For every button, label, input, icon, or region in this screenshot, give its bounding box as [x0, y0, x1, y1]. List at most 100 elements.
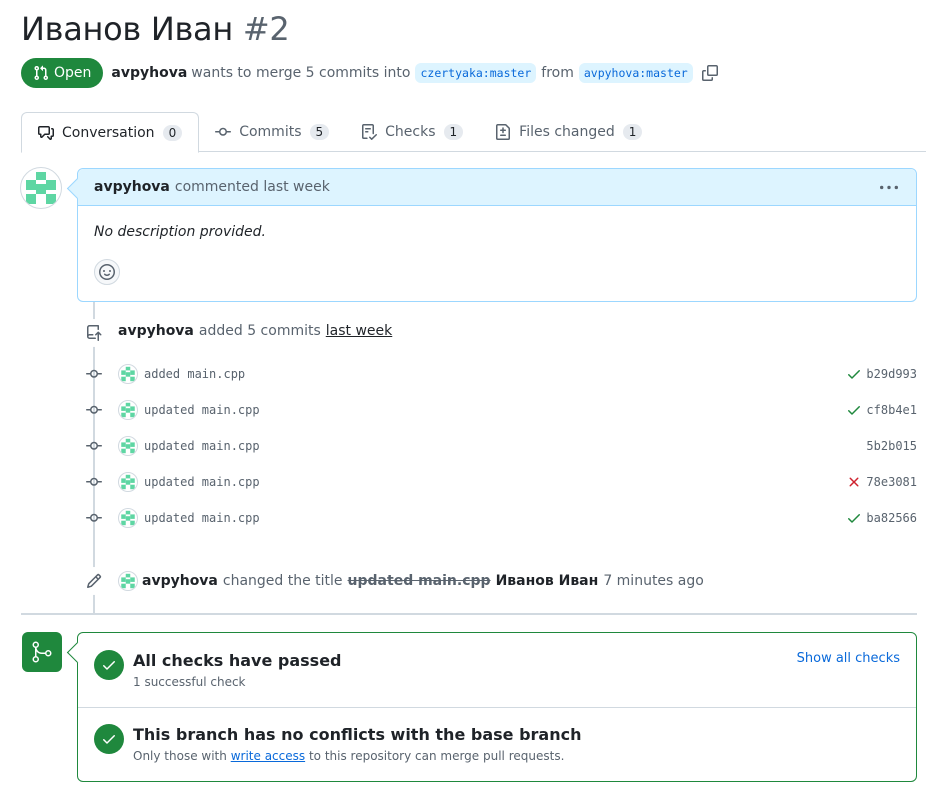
- pr-title: Иванов Иван: [21, 10, 233, 48]
- repo-push-icon: [87, 325, 102, 341]
- tab-commits[interactable]: Commits 5: [199, 112, 345, 152]
- add-reaction-button[interactable]: [94, 259, 120, 285]
- commit-row: updated main.cpp cf8b4e1: [84, 399, 917, 421]
- commit-row: updated main.cpp ba82566: [84, 507, 917, 529]
- commit-message-link[interactable]: updated main.cpp: [144, 403, 260, 417]
- commit-sha-link[interactable]: cf8b4e1: [866, 403, 917, 417]
- tab-conversation[interactable]: Conversation 0: [21, 112, 200, 153]
- kebab-horizontal-icon: [880, 185, 898, 190]
- event-author[interactable]: avpyhova: [118, 323, 194, 339]
- merge-status-badge: [22, 632, 62, 672]
- conflicts-sub-pre: Only those with: [133, 749, 227, 763]
- file-diff-icon: [496, 124, 511, 140]
- checks-section: All checks have passed 1 successful chec…: [78, 633, 916, 707]
- avatar[interactable]: [118, 400, 138, 420]
- from-text: from: [541, 65, 574, 81]
- pull-request-icon: [34, 65, 49, 81]
- comment-action: commented last week: [174, 179, 330, 195]
- commit-sha-link[interactable]: ba82566: [866, 511, 917, 525]
- check-circle-icon: [94, 650, 124, 680]
- git-commit-icon: [215, 127, 232, 136]
- tab-files-changed[interactable]: Files changed 1: [479, 112, 658, 152]
- git-commit-icon: [84, 438, 104, 454]
- tab-label: Conversation: [62, 124, 155, 141]
- tab-counter: 1: [622, 124, 643, 140]
- comment-header: avpyhova commented last week: [78, 169, 916, 206]
- comment-options-button[interactable]: [880, 179, 898, 201]
- tab-counter: 0: [162, 124, 183, 141]
- commits-added-event: avpyhova added 5 commits last week: [118, 323, 392, 339]
- check-icon[interactable]: [846, 510, 862, 526]
- event-time[interactable]: 7 minutes ago: [603, 573, 704, 589]
- tab-label: Files changed: [519, 124, 615, 140]
- commit-message-link[interactable]: added main.cpp: [144, 367, 245, 381]
- check-icon[interactable]: [846, 366, 862, 382]
- copy-branch-button[interactable]: [701, 65, 718, 81]
- event-action: added 5 commits: [198, 323, 321, 339]
- commit-sha-link[interactable]: 5b2b015: [866, 439, 917, 453]
- base-branch[interactable]: czertyaka:master: [415, 63, 537, 83]
- commit-sha-link[interactable]: b29d993: [866, 367, 917, 381]
- timeline-divider: [21, 613, 917, 615]
- timeline-badge: [80, 567, 108, 595]
- pr-description-comment: avpyhova commented last week No descript…: [77, 168, 917, 302]
- pr-number: #2: [242, 10, 290, 48]
- page-title: Иванов Иван #2: [21, 10, 290, 48]
- git-commit-icon: [84, 402, 104, 418]
- x-icon[interactable]: [846, 474, 862, 490]
- commit-message-link[interactable]: updated main.cpp: [144, 511, 260, 525]
- event-author[interactable]: avpyhova: [142, 573, 218, 589]
- state-label: Open: [54, 65, 92, 81]
- commit-row: added main.cpp b29d993: [84, 363, 917, 385]
- new-title: Иванов Иван: [495, 573, 599, 589]
- avatar[interactable]: [118, 508, 138, 528]
- tab-counter: 5: [309, 124, 330, 140]
- write-access-link[interactable]: write access: [231, 749, 305, 763]
- avatar[interactable]: [118, 364, 138, 384]
- conflicts-sub-post: to this repository can merge pull reques…: [308, 749, 565, 763]
- tab-checks[interactable]: Checks 1: [345, 112, 479, 152]
- git-commit-icon: [84, 510, 104, 526]
- identicon-icon: [26, 172, 56, 204]
- smiley-icon: [99, 264, 115, 280]
- timeline-badge: [80, 319, 108, 347]
- pr-author-link[interactable]: avpyhova: [111, 65, 187, 81]
- show-all-checks-link[interactable]: Show all checks: [797, 651, 900, 666]
- git-commit-icon: [84, 366, 104, 382]
- commit-message-link[interactable]: updated main.cpp: [144, 439, 260, 453]
- avatar[interactable]: [118, 472, 138, 492]
- check-circle-icon: [94, 724, 124, 754]
- commit-message-link[interactable]: updated main.cpp: [144, 475, 260, 489]
- check-icon[interactable]: [846, 402, 862, 418]
- tab-counter: 1: [443, 124, 464, 140]
- comment-author[interactable]: avpyhova: [94, 179, 170, 195]
- git-commit-icon: [84, 474, 104, 490]
- pr-tabs: Conversation 0 Commits 5 Checks 1 Files …: [21, 112, 926, 153]
- commit-sha-link[interactable]: 78e3081: [866, 475, 917, 489]
- comment-body: No description provided.: [94, 224, 266, 240]
- conflicts-subtitle: Only those with write access to this rep…: [133, 749, 564, 763]
- avatar[interactable]: [118, 436, 138, 456]
- git-merge-icon: [32, 641, 52, 663]
- commit-row: updated main.cpp 5b2b015: [84, 435, 917, 457]
- comment-discussion-icon: [38, 125, 54, 140]
- commit-row: updated main.cpp 78e3081: [84, 471, 917, 493]
- checklist-icon: [362, 124, 378, 140]
- checks-title: All checks have passed: [133, 651, 342, 670]
- conflicts-title: This branch has no conflicts with the ba…: [133, 725, 582, 744]
- event-time-link[interactable]: last week: [326, 323, 393, 339]
- conflicts-section: This branch has no conflicts with the ba…: [78, 708, 916, 782]
- pencil-icon: [86, 573, 102, 589]
- author-avatar[interactable]: [20, 167, 62, 209]
- tab-label: Checks: [385, 124, 436, 140]
- merge-box: All checks have passed 1 successful chec…: [77, 632, 917, 782]
- state-badge: Open: [21, 58, 104, 88]
- checks-subtitle: 1 successful check: [133, 675, 246, 689]
- copy-icon: [701, 65, 718, 81]
- head-branch[interactable]: avpyhova:master: [578, 63, 693, 83]
- title-changed-event: avpyhova changed the title updated main.…: [118, 571, 704, 591]
- status-placeholder: [846, 438, 862, 454]
- avatar[interactable]: [118, 571, 138, 591]
- tab-label: Commits: [239, 124, 302, 140]
- event-action: changed the title: [222, 573, 343, 589]
